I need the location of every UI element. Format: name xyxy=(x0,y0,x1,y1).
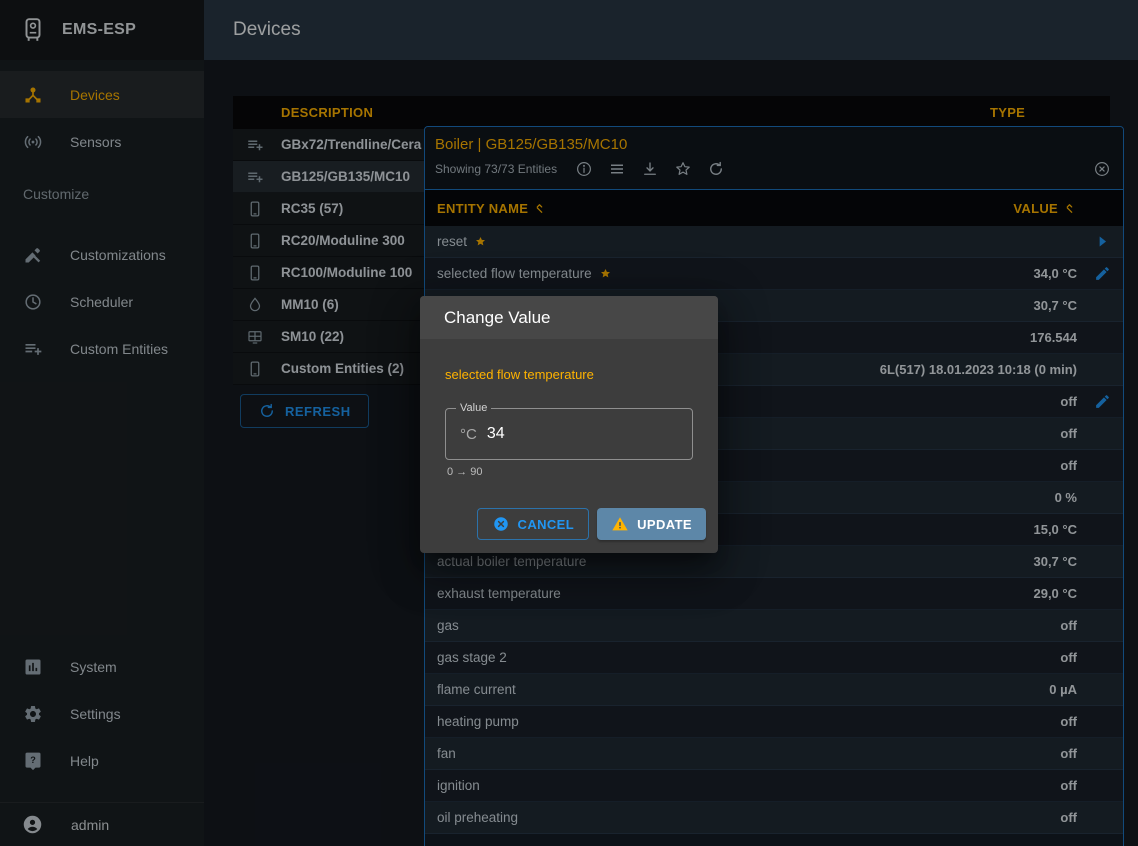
unit-adornment: °C xyxy=(460,426,477,443)
value-field[interactable]: Value °C xyxy=(445,408,693,460)
dialog-actions: CANCEL UPDATE xyxy=(420,478,718,553)
cancel-button[interactable]: CANCEL xyxy=(477,508,590,540)
update-label: UPDATE xyxy=(637,517,692,532)
value-field-label: Value xyxy=(456,402,491,414)
cancel-label: CANCEL xyxy=(518,517,575,532)
dialog-body: selected flow temperature Value °C 0 → 9… xyxy=(420,339,718,478)
update-button[interactable]: UPDATE xyxy=(597,508,706,540)
dialog-entity-label: selected flow temperature xyxy=(445,367,693,382)
cancel-icon xyxy=(492,515,510,533)
change-value-dialog: Change Value selected flow temperature V… xyxy=(420,296,718,553)
dialog-title: Change Value xyxy=(420,296,718,339)
value-range-helper: 0 → 90 xyxy=(447,466,693,478)
warning-icon xyxy=(611,515,629,533)
value-input[interactable] xyxy=(487,425,587,443)
